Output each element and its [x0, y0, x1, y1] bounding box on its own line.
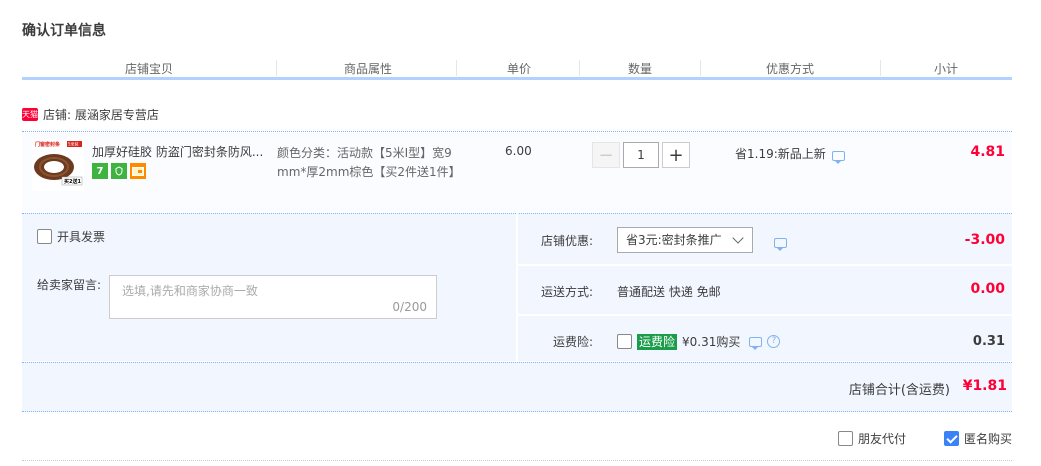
insurance-tag: 运费险: [637, 333, 678, 350]
message-label: 给卖家留言:: [37, 278, 102, 292]
shop-total-label: 店铺合计(含运费): [848, 383, 950, 398]
shipping-fee: 0.00: [970, 281, 1005, 297]
service-badges: 7: [92, 163, 146, 179]
insurance-price: ¥0.31购买: [682, 335, 741, 349]
col-header-price: 单价: [507, 62, 532, 76]
col-header-subtotal: 小计: [934, 62, 959, 76]
chat-icon[interactable]: [831, 150, 845, 164]
anonymous-label: 匿名购买: [964, 432, 1013, 446]
chat-icon[interactable]: [774, 238, 787, 251]
promotion-text: 省1.19:新品上新: [735, 147, 826, 161]
panel-divider: [518, 264, 1012, 266]
anonymous-purchase-option[interactable]: 匿名购买: [944, 430, 1012, 447]
col-header-item: 店铺宝贝: [125, 62, 174, 76]
message-char-counter: 0/200: [392, 300, 427, 314]
quantity-stepper: − 1 +: [592, 142, 690, 168]
invoice-label: 开具发票: [57, 230, 106, 244]
invoice-option[interactable]: 开具发票: [37, 228, 105, 245]
insurance-label: 运费险:: [553, 335, 594, 349]
unit-price: 6.00: [505, 144, 532, 158]
friend-pay-option[interactable]: 朋友代付: [838, 430, 906, 447]
shipping-method: 普通配送 快递 免邮: [617, 285, 721, 299]
seven-day-return-icon[interactable]: 7: [92, 163, 108, 179]
invoice-checkbox[interactable]: [37, 229, 52, 244]
col-divider: [880, 60, 881, 76]
help-icon[interactable]: ?: [767, 335, 781, 348]
col-header-promo: 优惠方式: [766, 62, 815, 76]
thumb-title-text: 门窗密封条: [35, 141, 60, 148]
increase-button[interactable]: +: [662, 142, 690, 168]
chevron-down-icon: [732, 232, 744, 244]
product-thumbnail[interactable]: 门窗密封条 5米装 买2送1: [32, 139, 84, 191]
shop-discount-select[interactable]: 省3元:密封条推广: [617, 227, 753, 253]
friend-pay-checkbox[interactable]: [838, 431, 853, 446]
seller-message-input[interactable]: 选填,请先和商家协商一致 0/200: [109, 275, 437, 319]
shipping-insurance-option[interactable]: 运费险 ¥0.31购买 ?: [617, 333, 781, 350]
shop-header: 天猫 店铺: 展涵家居专营店: [22, 106, 159, 122]
shop-discount-label: 店铺优惠:: [541, 234, 594, 248]
quantity-input[interactable]: 1: [623, 142, 659, 168]
col-divider: [700, 60, 701, 76]
thumb-tag-text: 买2送1: [64, 178, 81, 185]
col-divider: [276, 60, 277, 76]
divider: [22, 460, 1012, 461]
shop-name[interactable]: 店铺: 展涵家居专营店: [43, 106, 159, 123]
panel-divider: [518, 314, 1012, 316]
section-title: 确认订单信息: [22, 23, 106, 39]
item-subtotal: 4.81: [970, 144, 1005, 160]
insurance-value: 0.31: [972, 334, 1005, 349]
col-header-qty: 数量: [628, 62, 653, 76]
panel-divider: [516, 213, 518, 361]
message-placeholder: 选填,请先和商家协商一致: [122, 284, 258, 298]
chat-icon[interactable]: [749, 336, 763, 350]
shipping-label: 运送方式:: [541, 285, 594, 299]
thumb-badge-text: 5米装: [68, 141, 79, 147]
promotion-info: 省1.19:新品上新: [735, 145, 845, 164]
shop-discount-value: -3.00: [964, 232, 1005, 248]
insurance-checkbox[interactable]: [617, 334, 632, 349]
column-header-row: 店铺宝贝 商品属性 单价 数量 优惠方式 小计: [22, 58, 1012, 80]
product-attributes: 颜色分类：活动款【5米I型】宽9mm*厚2mm棕色【买2件送1件】: [277, 146, 461, 179]
shop-discount-selected: 省3元:密封条推广: [626, 233, 722, 247]
col-divider: [579, 60, 580, 76]
tmall-badge: 天猫: [22, 107, 38, 121]
col-divider: [456, 60, 457, 76]
guarantee-icon[interactable]: [111, 163, 127, 179]
shop-total-value: ¥1.81: [962, 378, 1007, 394]
product-name-link[interactable]: 加厚好硅胶 防盗门密封条防风...: [92, 143, 270, 160]
decrease-button[interactable]: −: [592, 142, 620, 168]
credit-card-icon[interactable]: [130, 163, 146, 179]
col-header-attr: 商品属性: [344, 62, 393, 76]
friend-pay-label: 朋友代付: [858, 432, 907, 446]
anonymous-checkbox[interactable]: [944, 431, 959, 446]
